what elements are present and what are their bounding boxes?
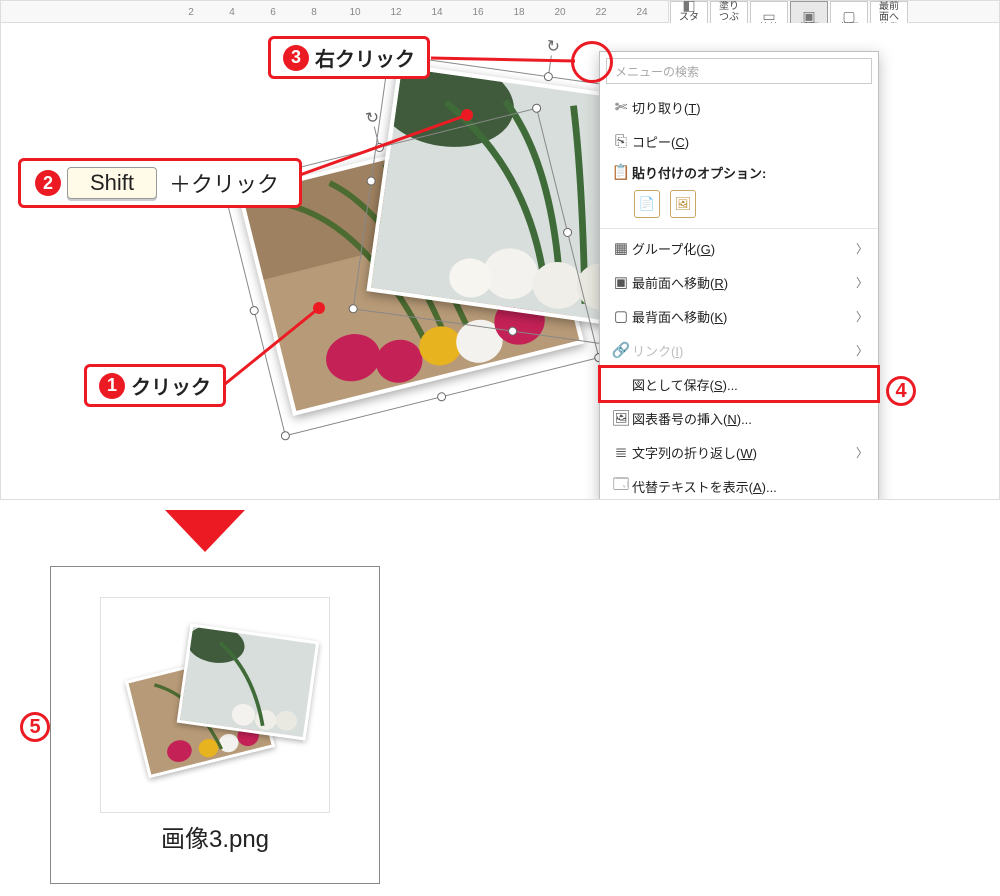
group-icon: ▦	[610, 239, 632, 257]
context-save-as-picture[interactable]: 図として保存(S)...	[600, 367, 878, 401]
context-bring-to-front[interactable]: ▣ 最前面へ移動(R) 〉	[600, 265, 878, 299]
callout-label: ＋クリック	[169, 167, 279, 199]
context-menu: メニューの検索 ✄ 切り取り(T) ⎘ コピー(C) 📋 貼り付けのオプション:…	[599, 51, 879, 500]
callout-label: クリック	[131, 371, 211, 400]
context-paste-options-header: 📋 貼り付けのオプション:	[600, 158, 878, 186]
file-name-label: 画像3.png	[161, 819, 269, 854]
callout-label: 右クリック	[315, 43, 415, 72]
step-number-3: 3	[283, 45, 309, 71]
callout-step-1: 1 クリック	[84, 364, 226, 407]
context-cut[interactable]: ✄ 切り取り(T)	[600, 90, 878, 124]
copy-icon: ⎘	[610, 133, 632, 150]
context-send-to-back[interactable]: ▢ 最背面へ移動(K) 〉	[600, 299, 878, 333]
rotate-icon[interactable]: ↻	[544, 39, 562, 57]
send-back-icon: ▢	[610, 307, 632, 325]
context-group[interactable]: ▦ グループ化(G) 〉	[600, 231, 878, 265]
keyboard-shift-key: Shift	[67, 167, 157, 199]
alt-text-icon: 🗔	[610, 474, 632, 499]
step-number-5: 5	[20, 712, 50, 742]
step-number-4: 4	[886, 376, 916, 406]
chevron-right-icon: 〉	[850, 342, 868, 359]
file-thumbnail[interactable]	[100, 597, 330, 813]
caption-icon: 🖼	[610, 409, 632, 427]
cut-icon: ✄	[610, 98, 632, 116]
chevron-right-icon: 〉	[850, 274, 868, 291]
context-link: 🔗 リンク(I) 〉	[600, 333, 878, 367]
paste-icon: 📋	[610, 163, 632, 181]
callout-step-2: 2 Shift ＋クリック	[18, 158, 302, 208]
rotate-icon[interactable]: ↻	[363, 109, 382, 128]
chevron-right-icon: 〉	[850, 308, 868, 325]
context-paste-options: 📄 🖼	[600, 186, 878, 226]
context-insert-caption[interactable]: 🖼 図表番号の挿入(N)...	[600, 401, 878, 435]
paste-option-keep-source[interactable]: 📄	[634, 190, 660, 218]
ruler-ticks: 24 68 1012 1416 1820 2224 26	[181, 1, 693, 23]
wrap-icon: ≣	[610, 443, 632, 461]
callout-step-3: 3 右クリック	[268, 36, 430, 79]
bring-front-icon: ▣	[610, 273, 632, 291]
context-copy[interactable]: ⎘ コピー(C)	[600, 124, 878, 158]
arrow-down-icon	[165, 510, 245, 552]
chevron-right-icon: 〉	[850, 444, 868, 461]
thumbnail-image	[177, 623, 320, 740]
callout-dot-click	[313, 302, 325, 314]
chevron-right-icon: 〉	[850, 240, 868, 257]
context-menu-search[interactable]: メニューの検索	[606, 58, 872, 84]
paste-option-picture[interactable]: 🖼	[670, 190, 696, 218]
link-icon: 🔗	[610, 341, 632, 359]
callout-dot-shiftclick	[461, 109, 473, 121]
callout-target-rightclick	[571, 41, 613, 83]
context-alt-text[interactable]: 🗔 代替テキストを表示(A)...	[600, 469, 878, 500]
step-number-1: 1	[99, 373, 125, 399]
result-thumbnail-panel: 画像3.png	[50, 566, 380, 884]
context-text-wrapping[interactable]: ≣ 文字列の折り返し(W) 〉	[600, 435, 878, 469]
step-number-2: 2	[35, 170, 61, 196]
main-screenshot: 24 68 1012 1416 1820 2224 26 ◧スタイル ▦塗りつぶ…	[0, 0, 1000, 500]
